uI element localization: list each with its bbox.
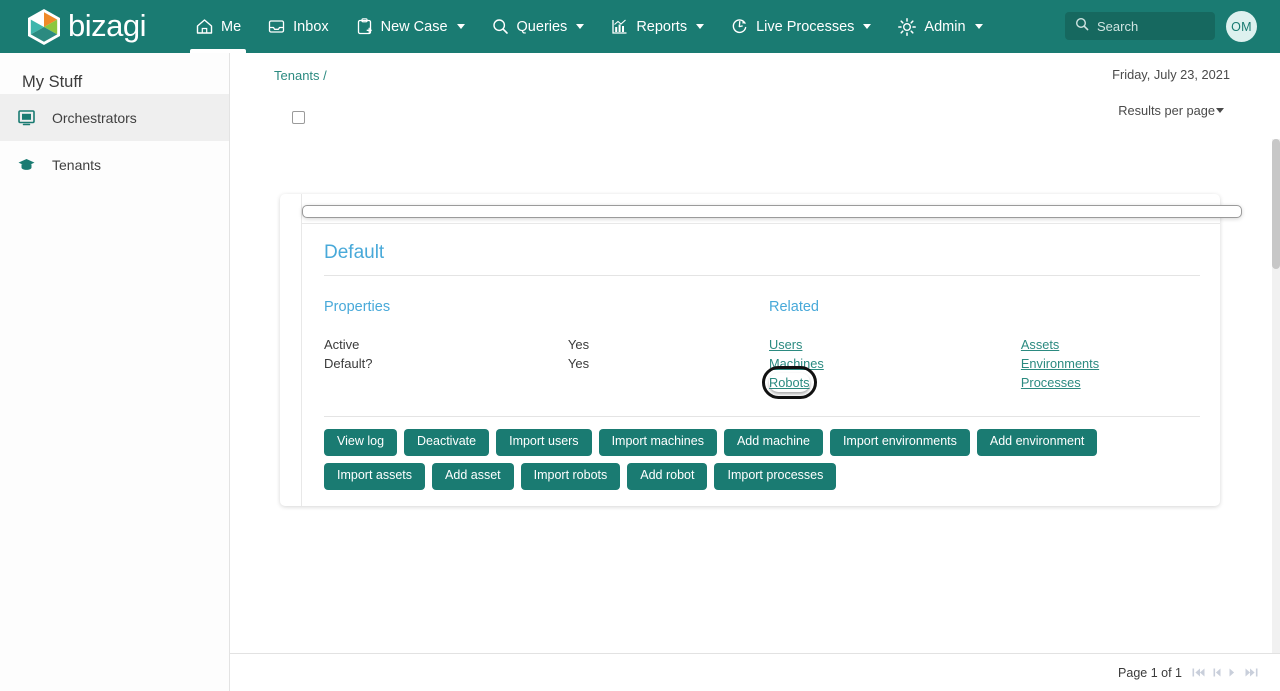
nav-item-me[interactable]: Me bbox=[182, 0, 254, 53]
section-headers: Properties Related bbox=[302, 276, 1220, 316]
nav-label-queries: Queries bbox=[516, 18, 568, 35]
inbox-icon bbox=[267, 17, 286, 36]
nav-item-reports[interactable]: Reports bbox=[597, 0, 717, 53]
property-values: Yes Yes bbox=[568, 335, 769, 392]
sidebar-item-label-orchestrators: Orchestrators bbox=[52, 109, 137, 126]
chevron-down-icon bbox=[696, 24, 705, 29]
property-value-active: Yes bbox=[567, 337, 590, 352]
import-robots-button[interactable]: Import robots bbox=[520, 462, 621, 490]
last-page-icon[interactable] bbox=[1245, 667, 1258, 678]
related-link-assets[interactable]: Assets bbox=[1021, 335, 1059, 354]
first-page-icon[interactable] bbox=[1192, 667, 1205, 678]
related-links-column-2: Assets Environments Processes bbox=[1021, 335, 1220, 392]
related-link-processes[interactable]: Processes bbox=[1021, 373, 1081, 392]
nav-label-live-processes: Live Processes bbox=[756, 18, 855, 35]
gear-icon bbox=[897, 17, 917, 37]
chevron-down-icon bbox=[456, 24, 465, 29]
reports-chart-icon bbox=[610, 17, 629, 36]
results-per-page-dropdown[interactable]: Results per page bbox=[1118, 103, 1224, 118]
properties-section-label: Properties bbox=[324, 299, 391, 315]
related-link-environments[interactable]: Environments bbox=[1021, 354, 1099, 373]
tenant-card: Default Properties Related Active Defaul… bbox=[280, 194, 1242, 506]
scrollbar-thumb[interactable] bbox=[1272, 139, 1280, 269]
add-machine-button[interactable]: Add machine bbox=[723, 429, 823, 456]
sidebar-item-tenants[interactable]: Tenants bbox=[0, 141, 229, 188]
chevron-down-icon bbox=[1216, 108, 1224, 113]
search-input[interactable]: Search bbox=[1065, 12, 1215, 40]
add-asset-button[interactable]: Add asset bbox=[432, 462, 514, 490]
import-processes-button[interactable]: Import processes bbox=[714, 462, 837, 490]
add-environment-button[interactable]: Add environment bbox=[976, 429, 1098, 456]
related-link-users[interactable]: Users bbox=[769, 335, 802, 354]
property-name-active: Active bbox=[324, 337, 360, 352]
import-users-button[interactable]: Import users bbox=[496, 429, 592, 456]
related-links-column-1: Users Machines Robots bbox=[762, 335, 1021, 399]
breadcrumb-row: Tenants / Friday, July 23, 2021 bbox=[230, 53, 1280, 98]
tenant-row-checkbox[interactable] bbox=[302, 205, 1242, 218]
current-date: Friday, July 23, 2021 bbox=[1112, 67, 1230, 82]
import-assets-button[interactable]: Import assets bbox=[324, 462, 426, 490]
graduation-cap-icon bbox=[16, 155, 36, 174]
nav-item-new-case[interactable]: New Case bbox=[342, 0, 478, 53]
nav-label-inbox: Inbox bbox=[293, 18, 329, 35]
pagination-footer: Page 1 of 1 bbox=[230, 653, 1280, 691]
tenant-card-checkbox-row bbox=[302, 194, 1242, 224]
tenant-card-body: Default Properties Related Active Defaul… bbox=[302, 224, 1220, 506]
nav-label-me: Me bbox=[221, 18, 242, 35]
search-placeholder: Search bbox=[1097, 18, 1139, 34]
nav-item-queries[interactable]: Queries bbox=[478, 0, 598, 53]
view-log-button[interactable]: View log bbox=[324, 429, 398, 456]
main-nav: Me Inbox New Case Queries Reports Live P… bbox=[182, 0, 996, 53]
search-icon bbox=[491, 17, 510, 36]
monitor-icon bbox=[16, 108, 36, 127]
sidebar-title: My Stuff bbox=[22, 73, 83, 91]
avatar[interactable]: OM bbox=[1226, 11, 1257, 42]
related-link-machines[interactable]: Machines bbox=[769, 354, 824, 373]
chevron-down-icon bbox=[863, 24, 872, 29]
sidebar-item-label-tenants: Tenants bbox=[52, 156, 102, 173]
property-value-default: Yes bbox=[567, 356, 590, 371]
properties-and-related: Active Default? Yes Yes Users Machines R… bbox=[302, 316, 1220, 399]
results-per-page-label: Results per page bbox=[1118, 103, 1215, 118]
top-navigation-bar: bizagi Me Inbox New Case Queries Reports… bbox=[0, 0, 1280, 53]
tenant-title: Default bbox=[324, 242, 385, 263]
nav-label-reports: Reports bbox=[636, 18, 688, 35]
nav-label-new-case: New Case bbox=[380, 18, 448, 35]
deactivate-button[interactable]: Deactivate bbox=[404, 429, 490, 456]
next-page-icon[interactable] bbox=[1229, 667, 1237, 678]
main-content: Tenants / Friday, July 23, 2021 Results … bbox=[230, 53, 1280, 691]
chevron-down-icon bbox=[974, 24, 983, 29]
breadcrumb[interactable]: Tenants / bbox=[274, 68, 327, 83]
nav-item-live-processes[interactable]: Live Processes bbox=[717, 0, 884, 53]
brand-name: bizagi bbox=[68, 7, 147, 43]
page-indicator: Page 1 of 1 bbox=[1118, 665, 1182, 680]
add-robot-button[interactable]: Add robot bbox=[627, 462, 708, 490]
search-icon bbox=[1075, 17, 1089, 36]
nav-item-inbox[interactable]: Inbox bbox=[254, 0, 341, 53]
action-buttons: View log Deactivate Import users Import … bbox=[302, 417, 1202, 506]
related-link-robots[interactable]: Robots bbox=[762, 366, 817, 399]
select-all-checkbox[interactable] bbox=[292, 111, 305, 124]
import-machines-button[interactable]: Import machines bbox=[598, 429, 717, 456]
related-section-label: Related bbox=[769, 299, 819, 315]
new-case-icon bbox=[355, 17, 374, 36]
nav-label-admin: Admin bbox=[924, 18, 966, 35]
content-scroll-region: Default Properties Related Active Defaul… bbox=[230, 138, 1280, 666]
live-processes-icon bbox=[730, 17, 749, 36]
import-environments-button[interactable]: Import environments bbox=[829, 429, 970, 456]
pagination-controls bbox=[1192, 667, 1258, 678]
sidebar: My Stuff Orchestrators Tenants bbox=[0, 53, 230, 691]
property-names: Active Default? bbox=[324, 335, 568, 392]
home-icon bbox=[195, 17, 214, 36]
chevron-down-icon bbox=[576, 24, 585, 29]
tenant-card-inner: Default Properties Related Active Defaul… bbox=[301, 194, 1242, 506]
prev-page-icon[interactable] bbox=[1213, 667, 1221, 678]
brand-logo[interactable]: bizagi bbox=[27, 0, 147, 53]
bizagi-hexagon-logo bbox=[28, 8, 60, 45]
sidebar-item-orchestrators[interactable]: Orchestrators bbox=[0, 94, 229, 141]
property-name-default: Default? bbox=[324, 356, 373, 371]
nav-item-admin[interactable]: Admin bbox=[884, 0, 995, 53]
